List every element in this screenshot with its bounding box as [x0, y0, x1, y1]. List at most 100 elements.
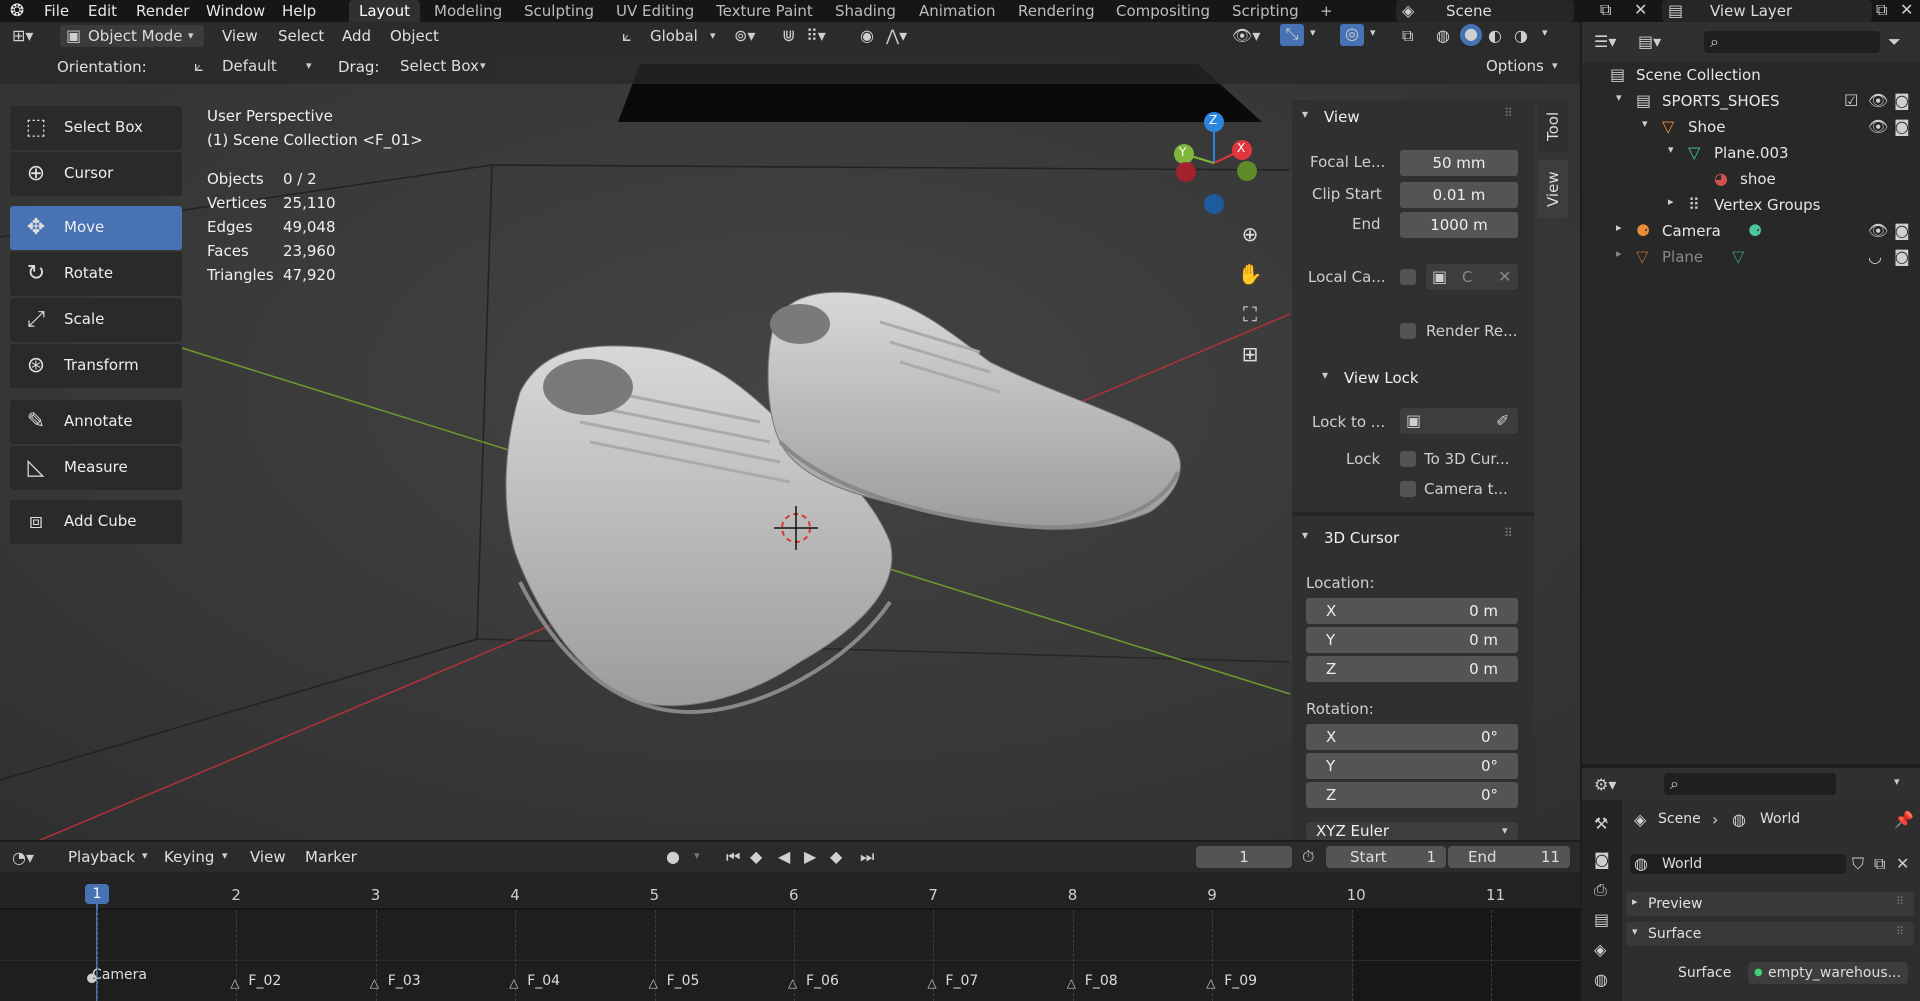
- proportional-edit-icon[interactable]: ◉: [860, 26, 874, 45]
- display-mode-icon[interactable]: ▤▾: [1638, 32, 1661, 51]
- tab-compositing[interactable]: Compositing: [1106, 0, 1220, 22]
- camera-view-icon[interactable]: ⛶: [1232, 296, 1268, 332]
- chevron-right-icon[interactable]: ▸: [1668, 195, 1674, 208]
- eye-icon[interactable]: 👁: [1868, 91, 1888, 110]
- outliner-row-sports-shoes[interactable]: ▾ ▤ SPORTS_SHOES ☑ 👁 ◙: [1582, 88, 1920, 114]
- clip-start-field[interactable]: 0.01 m: [1400, 182, 1518, 208]
- tool-select-box[interactable]: ⬚ Select Box: [10, 106, 182, 150]
- eye-closed-icon[interactable]: ◡: [1868, 247, 1882, 266]
- output-props-icon[interactable]: ⎙: [1594, 880, 1607, 900]
- outliner-row-plane[interactable]: ▸ ▽ Plane ▽ ◡ ◙: [1582, 244, 1920, 270]
- outliner-row-scene-collection[interactable]: ▤ Scene Collection: [1582, 62, 1920, 88]
- 3d-cursor-section-header[interactable]: 3D Cursor: [1324, 529, 1399, 547]
- tool-measure[interactable]: ◺ Measure: [10, 446, 182, 490]
- view-lock-section-header[interactable]: View Lock: [1344, 369, 1419, 387]
- scene-selector[interactable]: ◈ Scene: [1396, 0, 1574, 22]
- outliner-search-input[interactable]: ⌕: [1704, 31, 1880, 53]
- chevron-down-icon[interactable]: ▾: [1310, 26, 1316, 39]
- editor-type-icon[interactable]: ⚙▾: [1594, 775, 1616, 794]
- chevron-down-icon[interactable]: ▾: [1302, 528, 1308, 542]
- jump-start-icon[interactable]: ⏮: [726, 847, 740, 867]
- menu-window[interactable]: Window: [206, 2, 265, 20]
- start-frame-field[interactable]: Start 1: [1326, 846, 1446, 868]
- rotation-mode-dropdown[interactable]: XYZ Euler ▾: [1306, 822, 1518, 840]
- rendered-shading-icon[interactable]: ◑: [1514, 26, 1528, 45]
- cursor-location-z[interactable]: Z 0 m: [1306, 656, 1518, 682]
- chevron-down-icon[interactable]: ▾: [1322, 368, 1328, 382]
- end-frame-field[interactable]: End 11: [1448, 846, 1570, 868]
- falloff-icon[interactable]: ⋀▾: [886, 26, 907, 45]
- new-scene-icon[interactable]: ⧉: [1600, 0, 1611, 20]
- delete-scene-icon[interactable]: ✕: [1634, 0, 1647, 19]
- eye-icon[interactable]: 👁: [1868, 221, 1888, 240]
- surface-section[interactable]: ▾ Surface ⠿: [1626, 922, 1914, 946]
- focal-length-field[interactable]: 50 mm: [1400, 150, 1518, 176]
- drag-handle-icon[interactable]: ⠿: [1504, 106, 1513, 120]
- material-shading-icon[interactable]: ◐: [1488, 26, 1502, 45]
- menu-add[interactable]: Add: [342, 27, 371, 45]
- camera-render-icon[interactable]: ◙: [1894, 221, 1910, 240]
- timeline-marker-label[interactable]: F_08: [1085, 973, 1118, 989]
- outliner-row-vertex-groups[interactable]: ▸ ⠿ Vertex Groups: [1582, 192, 1920, 218]
- jump-end-icon[interactable]: ⏭: [860, 847, 874, 867]
- lock-to-object-field[interactable]: ▣ ✐: [1400, 408, 1518, 434]
- unlink-icon[interactable]: ✕: [1896, 854, 1909, 873]
- tab-sculpting[interactable]: Sculpting: [514, 0, 604, 22]
- surface-shader-field[interactable]: ● empty_warehous...: [1748, 962, 1908, 984]
- world-props-icon[interactable]: ◍: [1594, 970, 1608, 989]
- lock-camera-to-view-checkbox[interactable]: [1400, 481, 1416, 497]
- snap-target-icon[interactable]: ⠿▾: [806, 26, 826, 45]
- pin-icon[interactable]: 📌: [1894, 810, 1914, 829]
- options-dropdown[interactable]: Options ▾: [1478, 55, 1566, 77]
- fake-user-icon[interactable]: ⛉: [1852, 854, 1864, 874]
- tab-uv-editing[interactable]: UV Editing: [606, 0, 704, 22]
- timeline-marker-label[interactable]: F_04: [527, 973, 560, 989]
- tool-add-cube[interactable]: ⧈ Add Cube: [10, 500, 182, 544]
- menu-marker[interactable]: Marker: [305, 848, 357, 866]
- eye-icon[interactable]: 👁: [1868, 117, 1888, 136]
- checkbox-checked-icon[interactable]: ☑: [1844, 91, 1858, 110]
- timeline-editor[interactable]: ◔▾ Playback ▾ Keying ▾ View Marker ● ▾ ⏮…: [0, 842, 1580, 1001]
- outliner-row-shoe-material[interactable]: ◕ shoe: [1582, 166, 1920, 192]
- marker-triangle-icon[interactable]: △: [649, 976, 658, 990]
- cursor-location-y[interactable]: Y 0 m: [1306, 627, 1518, 653]
- chevron-down-icon[interactable]: ▾: [1668, 143, 1674, 156]
- jump-keyframe-back-icon[interactable]: ◆: [750, 847, 762, 866]
- marker-triangle-icon[interactable]: △: [788, 976, 797, 990]
- timeline-marker-label[interactable]: F_09: [1224, 973, 1257, 989]
- editor-type-icon[interactable]: ☰▾: [1594, 32, 1616, 51]
- menu-edit[interactable]: Edit: [88, 2, 117, 20]
- world-datablock-field[interactable]: ◍ World: [1630, 854, 1846, 874]
- preview-range-icon[interactable]: ⏱: [1302, 847, 1314, 867]
- menu-view[interactable]: View: [250, 848, 286, 866]
- tab-modeling[interactable]: Modeling: [424, 0, 512, 22]
- view-layer-props-icon[interactable]: ▤: [1594, 910, 1609, 929]
- record-icon[interactable]: ●: [666, 847, 680, 866]
- scene-props-icon[interactable]: ◈: [1594, 940, 1606, 959]
- add-workspace-button[interactable]: +: [1310, 0, 1343, 22]
- breadcrumb-world[interactable]: World: [1760, 811, 1800, 827]
- visibility-icon[interactable]: 👁▾: [1232, 26, 1260, 45]
- marker-triangle-icon[interactable]: △: [509, 976, 518, 990]
- local-camera-checkbox[interactable]: [1400, 269, 1416, 285]
- timeline-marker-label[interactable]: F_03: [388, 973, 421, 989]
- solid-shading-icon[interactable]: ●: [1460, 24, 1482, 46]
- tool-scale[interactable]: ⤢ Scale: [10, 298, 182, 342]
- camera-render-icon[interactable]: ◙: [1894, 91, 1910, 110]
- camera-render-icon[interactable]: ◙: [1894, 247, 1910, 266]
- tool-move[interactable]: ✥ Move: [10, 206, 182, 250]
- playhead-frame-indicator[interactable]: 1: [85, 884, 109, 904]
- tab-scripting[interactable]: Scripting: [1222, 0, 1309, 22]
- menu-select[interactable]: Select: [278, 27, 324, 45]
- filter-icon[interactable]: ⏷: [1888, 32, 1901, 52]
- transform-orientation-selector[interactable]: ⟀ Global ▾: [618, 25, 724, 47]
- camera-render-icon[interactable]: ◙: [1894, 117, 1910, 136]
- overlay-toggle-icon[interactable]: ◎: [1340, 24, 1364, 46]
- tab-texture-paint[interactable]: Texture Paint: [706, 0, 823, 22]
- chevron-down-icon[interactable]: ▾: [1616, 91, 1622, 104]
- delete-view-layer-icon[interactable]: ✕: [1900, 0, 1913, 19]
- render-props-icon[interactable]: ◙: [1594, 850, 1610, 869]
- gizmo-toggle-icon[interactable]: ⤡: [1280, 24, 1304, 46]
- drag-handle-icon[interactable]: ⠿: [1504, 526, 1513, 540]
- menu-object[interactable]: Object: [390, 27, 439, 45]
